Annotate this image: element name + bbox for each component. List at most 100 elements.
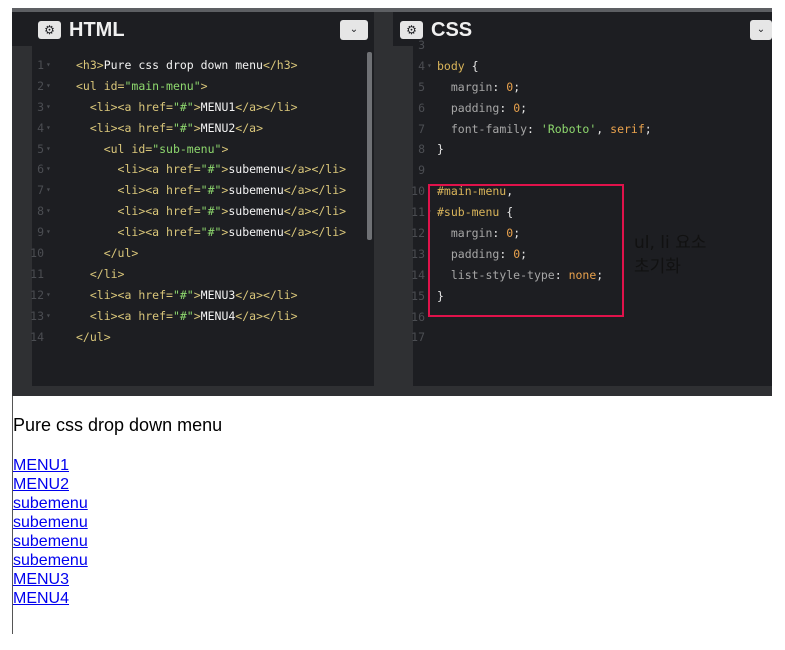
line-number: 5 — [418, 79, 425, 94]
fold-toggle-icon[interactable]: ▾ — [46, 159, 51, 180]
line-number: 13 — [411, 246, 425, 261]
fold-toggle-icon[interactable]: ▾ — [46, 118, 51, 139]
menu-link[interactable]: MENU1 — [13, 457, 69, 474]
html-panel: ⚙ HTML ⌄ 1 ▾ <h3>Pure css drop down menu</… — [12, 12, 374, 386]
gear-icon[interactable]: ⚙ — [38, 21, 61, 39]
css-code-line: 7 font-family: 'Roboto', serif; — [393, 119, 772, 140]
line-number: 4 — [418, 58, 425, 73]
line-number: 3 — [418, 38, 425, 52]
line-number: 9 — [37, 225, 44, 240]
html-code-line: 7 ▾ <li><a href="#">subemenu</a></li> — [12, 180, 374, 201]
menu-item: subemenu — [13, 532, 88, 551]
fold-toggle-icon[interactable]: ▾ — [427, 56, 432, 77]
line-number: 3 — [37, 99, 44, 114]
code-text: <li><a href="#">MENU4</a></li> — [89, 308, 298, 323]
html-code-line: 1 ▾ <h3>Pure css drop down menu</h3> — [12, 55, 374, 76]
menu-link[interactable]: subemenu — [13, 552, 88, 569]
code-text: body { — [437, 58, 479, 73]
line-number: 17 — [411, 330, 425, 345]
code-text: <li><a href="#">MENU1</a></li> — [89, 99, 298, 114]
annotation-line: 초기화 — [634, 257, 681, 277]
css-code-line: 9 — [393, 160, 772, 181]
html-code-line: 12 ▾ <li><a href="#">MENU3</a></li> — [12, 285, 374, 306]
fold-toggle-icon[interactable]: ▾ — [46, 201, 51, 222]
line-number: 13 — [30, 308, 44, 323]
fold-toggle-icon[interactable]: ▾ — [46, 76, 51, 97]
line-number: 4 — [37, 120, 44, 135]
code-text: } — [437, 142, 444, 157]
menu-item: subemenu — [13, 513, 88, 532]
fold-toggle-icon[interactable]: ▾ — [46, 55, 51, 76]
css-code-line: 3 — [393, 35, 772, 56]
css-code-line: 4 ▾ body { — [393, 56, 772, 77]
menu-link[interactable]: subemenu — [13, 533, 88, 550]
html-code-line: 9 ▾ <li><a href="#">subemenu</a></li> — [12, 222, 374, 243]
line-number: 6 — [418, 100, 425, 115]
line-number: 8 — [37, 204, 44, 219]
line-number: 10 — [411, 184, 425, 199]
css-code-line: 8} — [393, 139, 772, 160]
code-editor: ⚙ HTML ⌄ 1 ▾ <h3>Pure css drop down menu</… — [12, 8, 772, 396]
chevron-down-icon[interactable]: ⌄ — [340, 20, 368, 40]
menu-link[interactable]: subemenu — [13, 514, 88, 531]
menu-link[interactable]: MENU3 — [13, 571, 69, 588]
highlight-box — [428, 184, 624, 317]
result-preview: Pure css drop down menu MENU1 MENU2 subeme… — [13, 397, 785, 650]
line-number: 14 — [30, 329, 44, 344]
menu-item: MENU3 — [13, 570, 88, 589]
menu-link[interactable]: MENU2 — [13, 476, 69, 493]
html-panel-title: HTML — [69, 19, 125, 41]
line-number: 5 — [37, 141, 44, 156]
line-number: 1 — [37, 58, 44, 72]
code-text: <li><a href="#">subemenu</a></li> — [117, 183, 347, 198]
line-number: 14 — [411, 267, 425, 282]
fold-toggle-icon[interactable]: ▾ — [46, 285, 51, 306]
menu-link[interactable]: subemenu — [13, 495, 88, 512]
annotation-line: ul, li 요소 — [634, 233, 707, 253]
html-code-area[interactable]: 1 ▾ <h3>Pure css drop down menu</h3> 2 ▾ <ul … — [12, 55, 374, 347]
page-heading: Pure css drop down menu — [13, 415, 223, 435]
html-code-line: 3 ▾ <li><a href="#">MENU1</a></li> — [12, 97, 374, 118]
code-text: font-family: 'Roboto', serif; — [450, 121, 652, 136]
line-number: 6 — [37, 162, 44, 177]
fold-toggle-icon[interactable]: ▾ — [46, 306, 51, 327]
html-code-line: 5 ▾ <ul id="sub-menu"> — [12, 139, 374, 160]
fold-toggle-icon[interactable]: ▾ — [46, 222, 51, 243]
line-number: 8 — [418, 142, 425, 157]
code-text: </ul> — [76, 329, 111, 344]
html-code-line: 6 ▾ <li><a href="#">subemenu</a></li> — [12, 159, 374, 180]
html-panel-header: ⚙ HTML ⌄ — [12, 12, 374, 46]
menu-item: MENU1 — [13, 456, 88, 475]
main-menu: MENU1 MENU2 subemenu subemenu subemenu subeme… — [13, 456, 88, 608]
code-text: <ul id="sub-menu"> — [103, 141, 229, 156]
html-code-line: 2 ▾ <ul id="main-menu"> — [12, 76, 374, 97]
css-code-line: 5 margin: 0; — [393, 77, 772, 98]
line-number: 11 — [30, 266, 44, 281]
code-text: <li><a href="#">subemenu</a></li> — [117, 162, 347, 177]
line-number: 10 — [30, 246, 44, 261]
menu-item: subemenu — [13, 551, 88, 570]
line-number: 15 — [411, 288, 425, 303]
html-code-line: 14 </ul> — [12, 327, 374, 348]
code-text: <li><a href="#">subemenu</a></li> — [117, 204, 347, 219]
line-number: 9 — [418, 163, 425, 178]
code-text: margin: 0; — [450, 79, 521, 94]
fold-toggle-icon[interactable]: ▾ — [46, 97, 51, 118]
menu-item: subemenu — [13, 494, 88, 513]
line-number: 7 — [418, 121, 425, 136]
menu-item: MENU4 — [13, 589, 88, 608]
code-text: padding: 0; — [450, 100, 528, 115]
html-code-line: 11 </li> — [12, 264, 374, 285]
menu-link[interactable]: MENU4 — [13, 590, 69, 607]
code-text: </li> — [89, 266, 125, 281]
line-number: 12 — [30, 287, 44, 302]
fold-toggle-icon[interactable]: ▾ — [46, 139, 51, 160]
css-code-line: 17 — [393, 327, 772, 348]
code-text: <li><a href="#">subemenu</a></li> — [117, 225, 347, 240]
fold-toggle-icon[interactable]: ▾ — [46, 180, 51, 201]
code-text: <li><a href="#">MENU3</a></li> — [89, 287, 298, 302]
line-number: 16 — [411, 309, 425, 324]
annotation-text: ul, li 요소 초기화 — [634, 231, 706, 279]
html-code-line: 4 ▾ <li><a href="#">MENU2</a> — [12, 118, 374, 139]
html-scrollbar[interactable] — [367, 52, 372, 240]
